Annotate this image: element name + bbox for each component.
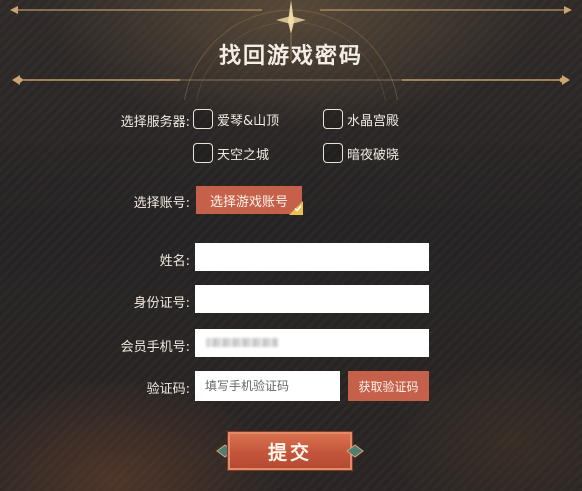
server-option-sky-city[interactable]: 天空之城 xyxy=(193,142,269,164)
account-label: 选择账号: xyxy=(133,196,190,211)
name-input[interactable] xyxy=(195,243,429,271)
checkbox[interactable] xyxy=(193,109,213,129)
select-account-button[interactable]: 选择游戏账号 xyxy=(196,186,303,215)
submit-area: 提交 xyxy=(214,430,366,472)
server-option-aiqin[interactable]: 爱琴&山顶 xyxy=(193,108,279,130)
submit-button[interactable]: 提交 xyxy=(227,431,353,471)
masked-phone-number xyxy=(206,338,278,347)
verification-code-input[interactable] xyxy=(195,371,340,401)
server-option-crystal-palace[interactable]: 水晶宫殿 xyxy=(323,108,399,130)
select-account-button-label: 选择游戏账号 xyxy=(209,194,288,210)
checkbox[interactable] xyxy=(193,143,213,163)
server-option-dark-dawn[interactable]: 暗夜破晓 xyxy=(323,142,399,164)
checkbox[interactable] xyxy=(323,109,343,129)
server-label: 选择服务器: xyxy=(120,115,190,130)
server-option-label: 水晶宫殿 xyxy=(347,113,400,129)
get-code-button[interactable]: 获取验证码 xyxy=(348,371,429,401)
id-number-input[interactable] xyxy=(195,285,429,313)
code-label: 验证码: xyxy=(146,382,190,397)
server-option-label: 天空之城 xyxy=(217,147,270,163)
page-title: 找回游戏密码 xyxy=(218,44,363,69)
checkbox[interactable] xyxy=(323,143,343,163)
submit-button-label: 提交 xyxy=(267,441,312,464)
server-option-label: 爱琴&山顶 xyxy=(217,113,280,129)
get-code-button-label: 获取验证码 xyxy=(358,379,419,394)
id-number-label: 身份证号: xyxy=(133,296,190,311)
check-icon xyxy=(289,201,303,215)
server-option-label: 暗夜破晓 xyxy=(347,147,400,163)
name-label: 姓名: xyxy=(159,254,190,269)
phone-label: 会员手机号: xyxy=(120,340,190,355)
